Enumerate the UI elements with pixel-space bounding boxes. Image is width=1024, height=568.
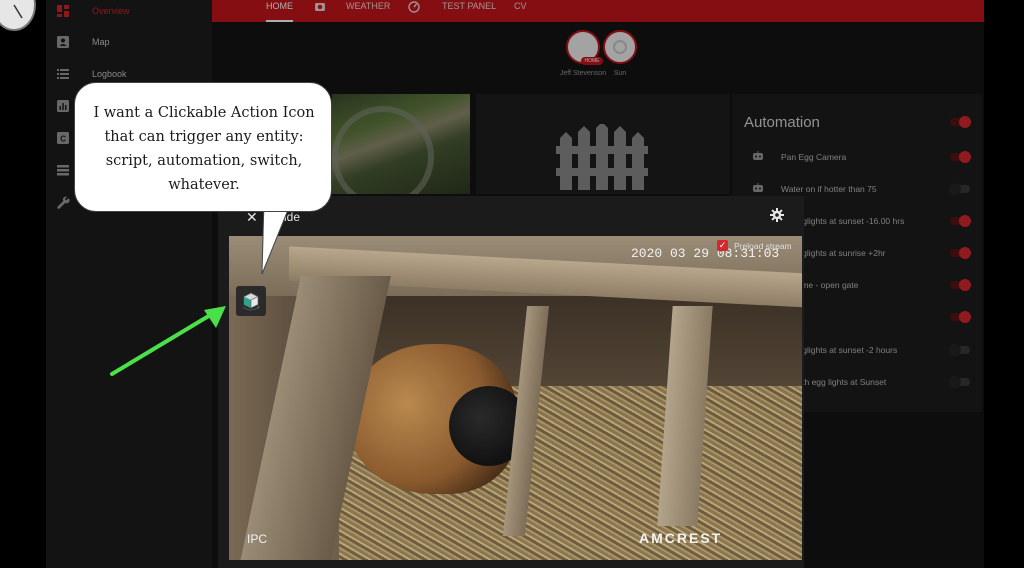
- green-arrow: [110, 306, 226, 376]
- gear-icon[interactable]: [770, 208, 784, 227]
- camera-corner-label: IPC: [247, 532, 268, 546]
- callout-tail: [261, 200, 293, 275]
- callout-line: whatever.: [168, 177, 240, 193]
- callout-line: that can trigger any entity:: [104, 129, 304, 145]
- callout-line: script, automation, switch,: [105, 153, 303, 169]
- camera-stream[interactable]: 2020 03 29 08:31:03 IPC AMCREST: [229, 236, 802, 560]
- callout-line: I want a Clickable Action Icon: [93, 105, 315, 121]
- action-trigger-button[interactable]: [236, 286, 266, 316]
- callout-bubble: I want a Clickable Action Icon that can …: [74, 82, 332, 212]
- camera-brand-watermark: AMCREST: [639, 530, 723, 546]
- preload-stream-checkbox[interactable]: ✓ Preload stream: [717, 240, 792, 251]
- cube-refresh-icon: [242, 292, 261, 311]
- check-icon: ✓: [717, 240, 728, 251]
- camera-dialog: ✕ side 2020 03 29 08:31:03 IPC AMCREST ✓…: [218, 196, 804, 568]
- clock-icon: [0, 0, 36, 31]
- preload-stream-label: Preload stream: [734, 240, 792, 251]
